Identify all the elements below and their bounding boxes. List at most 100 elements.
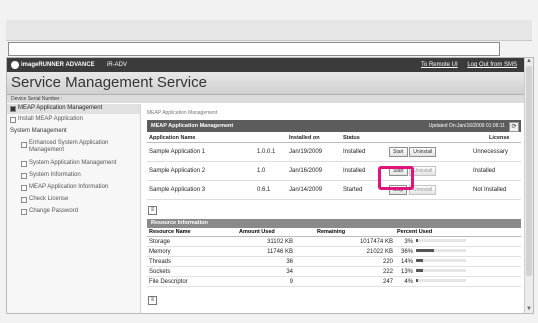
percent-bar-fill — [416, 259, 423, 263]
app-name: Sample Application 2 — [147, 161, 255, 181]
app-version: 0.6.1 — [255, 180, 287, 200]
percent-bar-fill — [416, 279, 418, 283]
sidebar-item-system-info[interactable]: System Information — [7, 171, 140, 181]
col-actions — [387, 134, 459, 143]
app-installed-on: Jan/14/2009 — [287, 180, 341, 200]
table-row: Sample Application 3 0.6.1 Jan/14/2009 S… — [147, 180, 521, 200]
percent-bar — [416, 259, 466, 263]
bullet-icon — [21, 197, 27, 203]
apps-table: Application Name Installed on Status Lic… — [147, 134, 521, 200]
apps-panel-header: MEAP Application Management Updated On:J… — [147, 120, 521, 132]
bullet-icon — [21, 142, 27, 148]
bullet-icon — [21, 173, 27, 179]
collapse-icon[interactable]: ≡ — [148, 296, 157, 305]
brand-name: imageRUNNER ADVANCE — [21, 62, 95, 68]
resource-table: Resource Name Amount Used Remaining Perc… — [147, 228, 521, 287]
sidebar-item-check-license[interactable]: Check License — [7, 195, 140, 205]
percent-bar — [416, 279, 466, 283]
table-header-row: Application Name Installed on Status Lic… — [147, 134, 521, 143]
breadcrumb: MEAP Application Management — [147, 110, 218, 116]
table-row: Sockets 34 222 13% — [147, 266, 521, 277]
top-header: imageRUNNER ADVANCE iR-ADV To Remote UI … — [7, 58, 525, 72]
scroll-down-icon[interactable]: ▼ — [525, 306, 533, 313]
resource-percent: 36% — [395, 246, 521, 257]
start-button[interactable]: Start — [389, 147, 408, 157]
app-installed-on: Jan/16/2009 — [287, 161, 341, 181]
resource-percent: 3% — [395, 236, 521, 247]
app-version: 1.0 — [255, 161, 287, 181]
start-button-highlight — [378, 166, 414, 190]
table-row: File Descriptor 9 247 4% — [147, 276, 521, 287]
bullet-icon — [21, 209, 27, 215]
collapse-icon[interactable]: ≡ — [148, 206, 157, 215]
remote-ui-link[interactable]: To Remote UI — [421, 62, 458, 68]
scroll-thumb[interactable] — [526, 66, 532, 276]
page-title: Service Management Service — [11, 74, 207, 91]
resource-used: 31102 KB — [237, 236, 295, 247]
vertical-scrollbar[interactable]: ▲ ▼ — [524, 58, 533, 313]
resource-panel-title: Resource Information — [151, 220, 208, 226]
table-row: Sample Application 2 1.0 Jan/16/2009 Ins… — [147, 161, 521, 181]
resource-used: 11746 KB — [237, 246, 295, 257]
sidebar-item-install[interactable]: Install MEAP Application — [7, 115, 140, 125]
main-content: MEAP Application Management MEAP Applica… — [147, 104, 523, 313]
percent-bar — [416, 269, 466, 273]
col-app-name: Application Name — [147, 134, 255, 143]
resource-remaining: 247 — [295, 276, 395, 287]
title-bar: Service Management Service — [7, 72, 525, 95]
device-serial-row: Device Serial Number : — [7, 95, 525, 103]
resource-used: 36 — [237, 256, 295, 267]
bullet-icon — [10, 117, 16, 123]
percent-bar — [416, 239, 466, 243]
app-version: 1.0.0.1 — [255, 142, 287, 162]
resource-name: Sockets — [147, 266, 237, 277]
col-version — [255, 134, 287, 143]
col-remaining: Remaining — [295, 228, 395, 237]
refresh-icon[interactable]: ⟳ — [509, 122, 519, 132]
resource-name: Storage — [147, 236, 237, 247]
col-percent-used: Percent Used — [395, 228, 521, 237]
col-amount-used: Amount Used — [237, 228, 295, 237]
scroll-up-icon[interactable]: ▲ — [525, 58, 533, 65]
sidebar-item-meap-info[interactable]: MEAP Application Information — [7, 183, 140, 193]
resource-percent: 13% — [395, 266, 521, 277]
logout-link[interactable]: Log Out from SMS — [467, 62, 517, 68]
col-installed-on: Installed on — [287, 134, 341, 143]
percent-bar-fill — [416, 269, 423, 273]
uninstall-button[interactable]: Uninstall — [409, 147, 437, 157]
app-license: Not Installed — [459, 180, 521, 200]
browser-toolbar — [6, 20, 532, 41]
sidebar-item-meap-management[interactable]: MEAP Application Management — [7, 104, 140, 114]
resource-percent: 14% — [395, 256, 521, 267]
sidebar-item-enhanced-system[interactable]: Enhanced System Application Management — [7, 140, 140, 158]
resource-percent: 4% — [395, 276, 521, 287]
web-page: imageRUNNER ADVANCE iR-ADV To Remote UI … — [6, 57, 534, 314]
sidebar-item-system-app[interactable]: System Application Management — [7, 159, 140, 169]
col-status: Status — [341, 134, 387, 143]
app-installed-on: Jan/19/2009 — [287, 142, 341, 162]
top-links: To Remote UI Log Out from SMS — [413, 58, 517, 72]
resource-name: File Descriptor — [147, 276, 237, 287]
updated-timestamp: Updated On:Jan/16/2009 01:06:11 — [428, 123, 505, 129]
resource-used: 34 — [237, 266, 295, 277]
resource-name: Memory — [147, 246, 237, 257]
bullet-icon — [21, 185, 27, 191]
resource-remaining: 1017474 KB — [295, 236, 395, 247]
col-resource-name: Resource Name — [147, 228, 237, 237]
table-row: Sample Application 1 1.0.0.1 Jan/19/2009… — [147, 142, 521, 162]
resource-remaining: 222 — [295, 266, 395, 277]
brand-logo-icon — [11, 61, 19, 69]
resource-used: 9 — [237, 276, 295, 287]
app-name: Sample Application 3 — [147, 180, 255, 200]
sidebar: MEAP Application Management Install MEAP… — [7, 104, 141, 313]
app-name: Sample Application 1 — [147, 142, 255, 162]
apps-panel-title: MEAP Application Management — [151, 123, 234, 129]
address-bar[interactable]: ▼ — [8, 42, 503, 96]
app-actions: Start Uninstall — [387, 142, 459, 162]
table-row: Threads 36 220 14% — [147, 256, 521, 267]
browser-window: ▼ imageRUNNER ADVANCE iR-ADV To Remote U… — [0, 0, 538, 323]
sidebar-item-change-password[interactable]: Change Password — [7, 207, 140, 217]
app-license: Unnecessary — [459, 142, 521, 162]
app-license: Installed — [459, 161, 521, 181]
sidebar-heading-system: System Management — [10, 128, 67, 134]
